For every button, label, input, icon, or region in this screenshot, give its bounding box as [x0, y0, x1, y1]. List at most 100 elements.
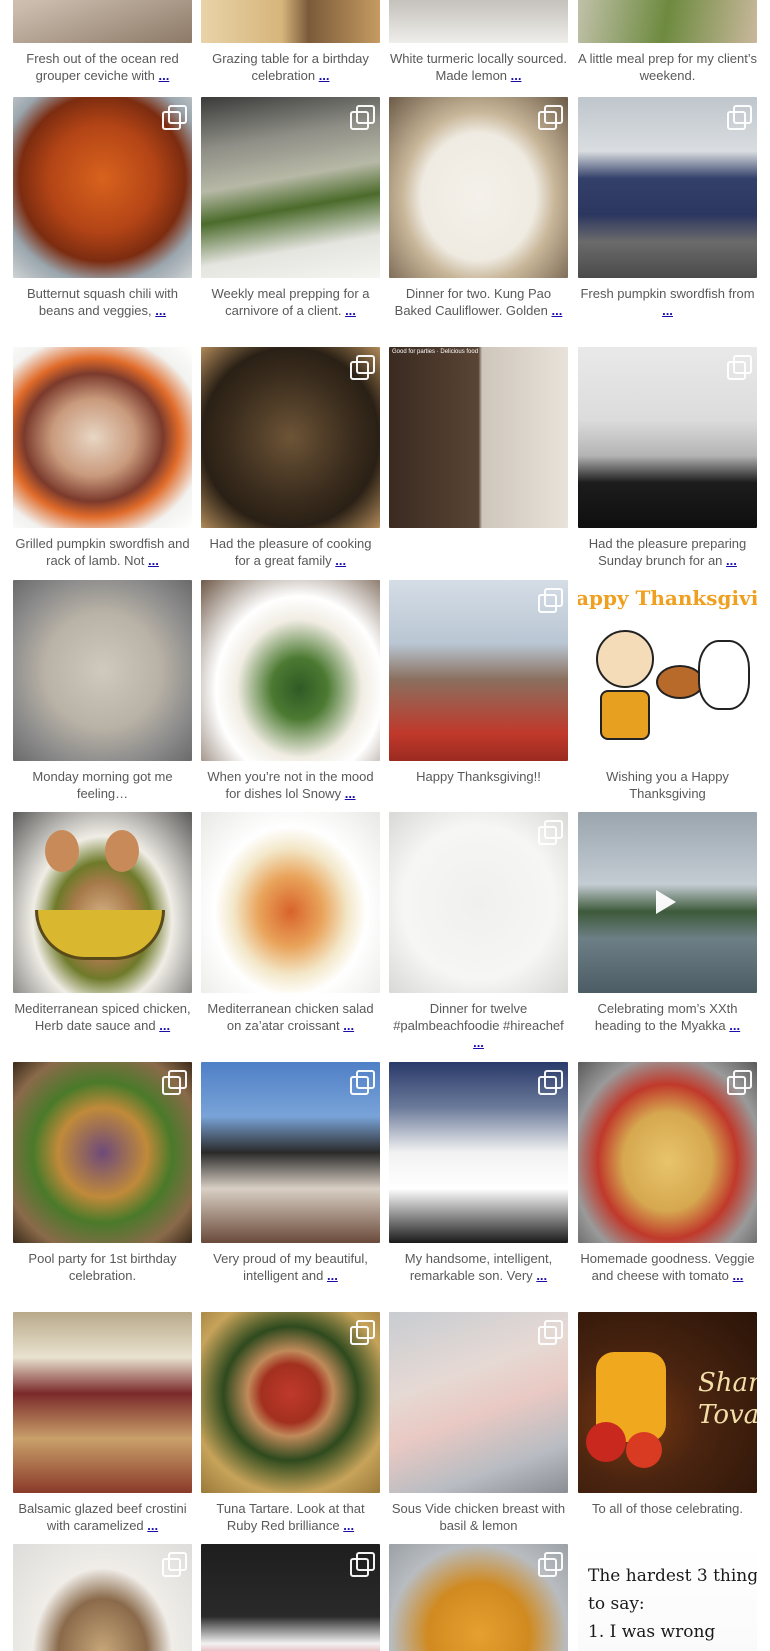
read-more-link[interactable]: ... — [726, 553, 737, 568]
post-caption: Tuna Tartare. Look at that Ruby Red bril… — [201, 1500, 380, 1534]
egg-illustration — [45, 830, 79, 872]
post-caption: Grilled pumpkin swordfish and rack of la… — [13, 535, 192, 569]
post-caption: White turmeric locally sourced. Made lem… — [389, 50, 568, 84]
post-caption: Pool party for 1st birthday celebration. — [13, 1250, 192, 1284]
post-thumbnail[interactable] — [578, 812, 757, 993]
post-thumbnail[interactable] — [201, 1062, 380, 1243]
multi-photo-icon — [162, 1070, 187, 1095]
post-thumbnail[interactable]: The hardest 3 things to say: 1. I was wr… — [578, 1544, 757, 1651]
post-caption-text: White turmeric locally sourced. Made lem… — [390, 51, 567, 83]
multi-photo-icon — [538, 1552, 563, 1577]
post-caption-text: Dinner for two. Kung Pao Baked Cauliflow… — [394, 286, 552, 318]
post-thumbnail[interactable]: appy Thanksgiving — [578, 580, 757, 761]
post-thumbnail[interactable] — [389, 1312, 568, 1493]
post-caption: To all of those celebrating. — [578, 1500, 757, 1517]
post-caption: Homemade goodness. Veggie and cheese wit… — [578, 1250, 757, 1284]
cartoon-shirt-illustration — [600, 690, 650, 740]
read-more-link[interactable]: ... — [148, 553, 159, 568]
read-more-link[interactable]: ... — [343, 1018, 354, 1033]
read-more-link[interactable]: ... — [536, 1268, 547, 1283]
multi-photo-icon — [727, 355, 752, 380]
read-more-link[interactable]: ... — [345, 786, 356, 801]
post-thumbnail[interactable] — [201, 1312, 380, 1493]
read-more-link[interactable]: ... — [733, 1268, 744, 1283]
post-caption-text: Happy Thanksgiving!! — [416, 769, 541, 784]
post-thumbnail[interactable] — [389, 1544, 568, 1651]
read-more-link[interactable]: ... — [729, 1018, 740, 1033]
post-caption: Butternut squash chili with beans and ve… — [13, 285, 192, 319]
post-thumbnail[interactable] — [201, 0, 380, 43]
read-more-link[interactable]: ... — [335, 553, 346, 568]
post-caption-text: Wishing you a Happy Thanksgiving — [606, 769, 729, 801]
post-caption: When you’re not in the mood for dishes l… — [201, 768, 380, 802]
read-more-link[interactable]: ... — [662, 303, 673, 318]
banana-illustration — [35, 910, 165, 960]
post-caption: Very proud of my beautiful, intelligent … — [201, 1250, 380, 1284]
post-thumbnail[interactable] — [201, 347, 380, 528]
chef-dog-illustration — [698, 640, 750, 710]
post-thumbnail[interactable] — [389, 97, 568, 278]
post-thumbnail[interactable] — [578, 0, 757, 43]
read-more-link[interactable]: ... — [473, 1035, 484, 1050]
post-thumbnail[interactable] — [13, 1544, 192, 1651]
post-thumbnail[interactable] — [389, 812, 568, 993]
post-thumbnail[interactable] — [13, 580, 192, 761]
post-caption-text: Fresh pumpkin swordfish from — [580, 286, 755, 301]
post-thumbnail[interactable] — [13, 812, 192, 993]
post-caption-text: Balsamic glazed beef crostini with caram… — [18, 1501, 187, 1533]
post-thumbnail[interactable] — [389, 0, 568, 43]
read-more-link[interactable]: ... — [511, 68, 522, 83]
post-caption: Grazing table for a birthday celebration… — [201, 50, 380, 84]
post-caption: Fresh out of the ocean red grouper cevic… — [13, 50, 192, 84]
post-caption: Had the pleasure of cooking for a great … — [201, 535, 380, 569]
post-caption: Monday morning got me feeling… — [13, 768, 192, 802]
post-thumbnail[interactable]: Good for parties · Delicious food — [389, 347, 568, 528]
read-more-link[interactable]: ... — [345, 303, 356, 318]
post-caption: Sous Vide chicken breast with basil & le… — [389, 1500, 568, 1534]
collage-header-text: Good for parties · Delicious food — [392, 349, 479, 355]
post-thumbnail[interactable] — [13, 1062, 192, 1243]
post-thumbnail[interactable] — [578, 1062, 757, 1243]
post-thumbnail[interactable] — [201, 812, 380, 993]
post-thumbnail[interactable] — [13, 97, 192, 278]
post-thumbnail[interactable] — [13, 1312, 192, 1493]
post-thumbnail[interactable]: Shana Tova — [578, 1312, 757, 1493]
read-more-link[interactable]: ... — [327, 1268, 338, 1283]
post-thumbnail[interactable] — [13, 0, 192, 43]
multi-photo-icon — [538, 820, 563, 845]
post-caption-text: Celebrating mom’s XXth heading to the My… — [594, 1001, 738, 1033]
read-more-link[interactable]: ... — [319, 68, 330, 83]
post-caption: Wishing you a Happy Thanksgiving — [578, 768, 757, 802]
post-caption-text: Grazing table for a birthday celebration — [212, 51, 369, 83]
apple-illustration — [626, 1432, 662, 1468]
post-thumbnail[interactable] — [201, 97, 380, 278]
post-thumbnail[interactable] — [389, 1062, 568, 1243]
post-caption-text: Very proud of my beautiful, intelligent … — [213, 1251, 368, 1283]
read-more-link[interactable]: ... — [159, 1018, 170, 1033]
turkey-illustration — [656, 665, 704, 699]
post-caption-text: Fresh out of the ocean red grouper cevic… — [26, 51, 179, 83]
post-thumbnail[interactable] — [13, 347, 192, 528]
read-more-link[interactable]: ... — [551, 303, 562, 318]
post-caption-text: To all of those celebrating. — [591, 1501, 744, 1516]
post-thumbnail[interactable] — [201, 1544, 380, 1651]
post-caption: Dinner for two. Kung Pao Baked Cauliflow… — [389, 285, 568, 319]
post-thumbnail[interactable] — [389, 580, 568, 761]
read-more-link[interactable]: ... — [147, 1518, 158, 1533]
read-more-link[interactable]: ... — [343, 1518, 354, 1533]
read-more-link[interactable]: ... — [155, 303, 166, 318]
multi-photo-icon — [538, 1070, 563, 1095]
post-caption-text: A little meal prep for my client’s weeke… — [578, 51, 757, 83]
post-thumbnail[interactable] — [578, 97, 757, 278]
post-thumbnail[interactable] — [201, 580, 380, 761]
read-more-link[interactable]: ... — [159, 68, 170, 83]
instagram-feed-grid: Fresh out of the ocean red grouper cevic… — [0, 0, 770, 1651]
play-icon[interactable] — [656, 890, 676, 914]
multi-photo-icon — [350, 1552, 375, 1577]
post-caption: Dinner for twelve #palmbeachfoodie #hire… — [389, 1000, 568, 1051]
post-thumbnail[interactable] — [578, 347, 757, 528]
multi-photo-icon — [727, 1070, 752, 1095]
cartoon-character-illustration — [596, 630, 654, 688]
multi-photo-icon — [350, 105, 375, 130]
post-caption: Fresh pumpkin swordfish from ... — [578, 285, 757, 319]
